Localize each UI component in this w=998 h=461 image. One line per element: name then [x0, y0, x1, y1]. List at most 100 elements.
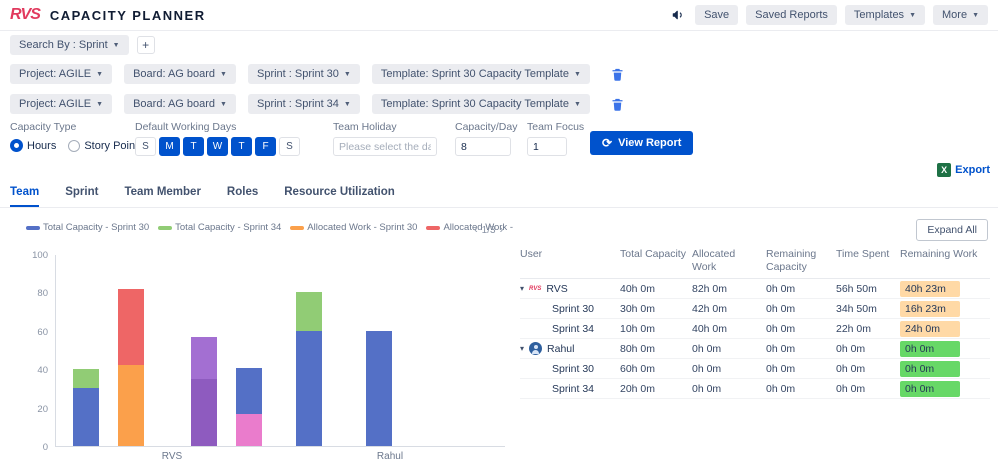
- chevron-down-icon: ▼: [220, 100, 227, 108]
- templates-button[interactable]: Templates ▼: [844, 5, 925, 25]
- template-dropdown[interactable]: Template: Sprint 30 Capacity Template ▼: [371, 94, 590, 114]
- trash-icon[interactable]: [610, 97, 625, 112]
- chart-plot-area: [55, 255, 505, 447]
- project-dropdown[interactable]: Project: AGILE ▼: [10, 94, 113, 114]
- filter-row-sprint-34: Project: AGILE ▼ Board: AG board ▼ Sprint …: [10, 94, 625, 114]
- capacity-type-group: Capacity Type Hours Story Points: [10, 121, 144, 152]
- time-spent-cell: 34h 50m: [836, 302, 877, 315]
- chevron-down-icon: ▼: [343, 100, 351, 108]
- view-report-button[interactable]: ⟳ View Report: [590, 131, 694, 155]
- legend-next-arrow[interactable]: ›: [500, 224, 504, 236]
- team-holiday-input[interactable]: [333, 137, 437, 156]
- table-row: Sprint 34 20h 0m 0h 0m 0h 0m 0h 0m 0h 0m: [520, 379, 990, 400]
- saved-reports-button[interactable]: Saved Reports: [746, 5, 837, 25]
- template-dropdown[interactable]: Template: Sprint 30 Capacity Template ▼: [371, 64, 590, 84]
- day-button-5[interactable]: F: [255, 137, 276, 156]
- save-label: Save: [704, 9, 730, 21]
- remaining-work-cell: 0h 0m: [900, 360, 984, 377]
- y-axis-tick: 60: [37, 326, 48, 338]
- radio-option-label: Hours: [27, 139, 57, 152]
- expand-all-button[interactable]: Expand All: [916, 219, 988, 241]
- team-holiday-label: Team Holiday: [333, 121, 397, 133]
- working-days: SMTWTFS: [135, 137, 300, 156]
- export-label: Export: [955, 164, 990, 176]
- chevron-down-icon: ▼: [96, 100, 104, 108]
- tab-sprint[interactable]: Sprint: [65, 186, 98, 207]
- day-button-6[interactable]: S: [279, 137, 300, 156]
- tab-resource-utilization[interactable]: Resource Utilization: [284, 186, 395, 207]
- capacity-per-day-group: Capacity/Day: [455, 121, 517, 156]
- table-row: Sprint 30 60h 0m 0h 0m 0h 0m 0h 0m 0h 0m: [520, 359, 990, 380]
- working-days-group: Default Working Days SMTWTFS: [135, 121, 300, 156]
- capacity-per-day-input[interactable]: [455, 137, 511, 156]
- board-label: Board: AG board: [133, 98, 216, 110]
- time-spent-cell: 0h 0m: [836, 342, 866, 355]
- radio-option-hours[interactable]: Hours: [10, 139, 56, 152]
- export-button[interactable]: X Export: [937, 163, 990, 177]
- column-header-remaining-capacity: Remaining Capacity: [766, 248, 817, 273]
- chevron-down-icon: ▼: [96, 70, 104, 78]
- rvs-avatar: RVS: [529, 285, 542, 292]
- report-tabs: Team Sprint Team Member Roles Resource Utili…: [10, 186, 395, 207]
- refresh-icon: ⟳: [602, 136, 613, 150]
- allocated-work-cell: 40h 0m: [692, 322, 728, 335]
- excel-icon: X: [937, 163, 952, 177]
- y-axis-tick: 20: [37, 403, 48, 415]
- save-button[interactable]: Save: [695, 5, 739, 25]
- caret-down-icon[interactable]: ▾: [520, 344, 524, 353]
- chevron-down-icon: ▼: [573, 70, 581, 78]
- trash-icon[interactable]: [610, 67, 625, 82]
- total-capacity-cell: 80h 0m: [620, 342, 656, 355]
- remaining-capacity-cell: 0h 0m: [766, 342, 796, 355]
- legend-item-total-capacity-sprint-34[interactable]: Total Capacity - Sprint 34: [158, 222, 281, 233]
- legend-prev-arrow[interactable]: ‹: [474, 224, 478, 236]
- board-dropdown[interactable]: Board: AG board ▼: [124, 94, 236, 114]
- more-button[interactable]: More ▼: [933, 5, 988, 25]
- bar-remaining-capacity-segment: [366, 330, 392, 446]
- legend-item-total-capacity-sprint-30[interactable]: Total Capacity - Sprint 30: [26, 222, 149, 233]
- remaining-work-cell: 0h 0m: [900, 380, 984, 397]
- team-focus-group: Team Focus: [527, 121, 584, 156]
- radio-option-story-points[interactable]: Story Points: [68, 139, 144, 152]
- bar-time-spent-segment: [191, 378, 217, 446]
- saved-reports-label: Saved Reports: [755, 9, 828, 21]
- day-button-3[interactable]: W: [207, 137, 228, 156]
- sprint-dropdown[interactable]: Sprint : Sprint 34 ▼: [247, 94, 360, 114]
- day-button-4[interactable]: T: [231, 137, 252, 156]
- user-cell: ▾ RVS RVS: [520, 283, 620, 295]
- day-button-0[interactable]: S: [135, 137, 156, 156]
- capacity-planner-app: RVS Capacity Planner Save Saved Reports …: [0, 0, 998, 461]
- table-row: ▾ Rahul 80h 0m 0h 0m 0h 0m 0h 0m 0h 0m: [520, 339, 990, 360]
- board-dropdown[interactable]: Board: AG board ▼: [124, 64, 236, 84]
- remaining-capacity-cell: 0h 0m: [766, 382, 796, 395]
- remaining-work-highlight: 24h 0m: [900, 320, 960, 337]
- tab-team-member[interactable]: Team Member: [124, 186, 200, 207]
- tab-team[interactable]: Team: [10, 186, 40, 207]
- allocated-work-cell: 42h 0m: [692, 302, 728, 315]
- tab-roles[interactable]: Roles: [227, 186, 258, 207]
- tabs-divider: [0, 207, 998, 208]
- search-by-label: Search By : Sprint: [19, 39, 108, 51]
- column-header-total-capacity: Total Capacity: [620, 248, 686, 260]
- add-filter-row-button[interactable]: +: [136, 36, 155, 54]
- y-axis-tick: 40: [37, 365, 48, 377]
- project-dropdown[interactable]: Project: AGILE ▼: [10, 64, 113, 84]
- day-button-1[interactable]: M: [159, 137, 180, 156]
- time-spent-cell: 0h 0m: [836, 362, 866, 375]
- app-header: RVS Capacity Planner Save Saved Reports …: [0, 0, 998, 31]
- capacity-per-day-label: Capacity/Day: [455, 121, 518, 133]
- time-spent-cell: 0h 0m: [836, 382, 866, 395]
- caret-down-icon[interactable]: ▾: [520, 284, 524, 293]
- total-capacity-cell: 60h 0m: [620, 362, 656, 375]
- sprint-dropdown[interactable]: Sprint : Sprint 30 ▼: [247, 64, 360, 84]
- day-button-2[interactable]: T: [183, 137, 204, 156]
- legend-swatch: [290, 225, 305, 230]
- legend-item-allocated-work-sprint-30[interactable]: Allocated Work - Sprint 30: [290, 222, 417, 233]
- team-focus-input[interactable]: [527, 137, 567, 156]
- remaining-work-cell: 16h 23m: [900, 300, 984, 317]
- megaphone-icon[interactable]: [669, 6, 687, 24]
- search-by-dropdown[interactable]: Search By : Sprint ▼: [10, 35, 129, 55]
- y-axis-tick: 80: [37, 288, 48, 300]
- more-label: More: [942, 9, 968, 21]
- search-bar: Search By : Sprint ▼ +: [10, 35, 155, 55]
